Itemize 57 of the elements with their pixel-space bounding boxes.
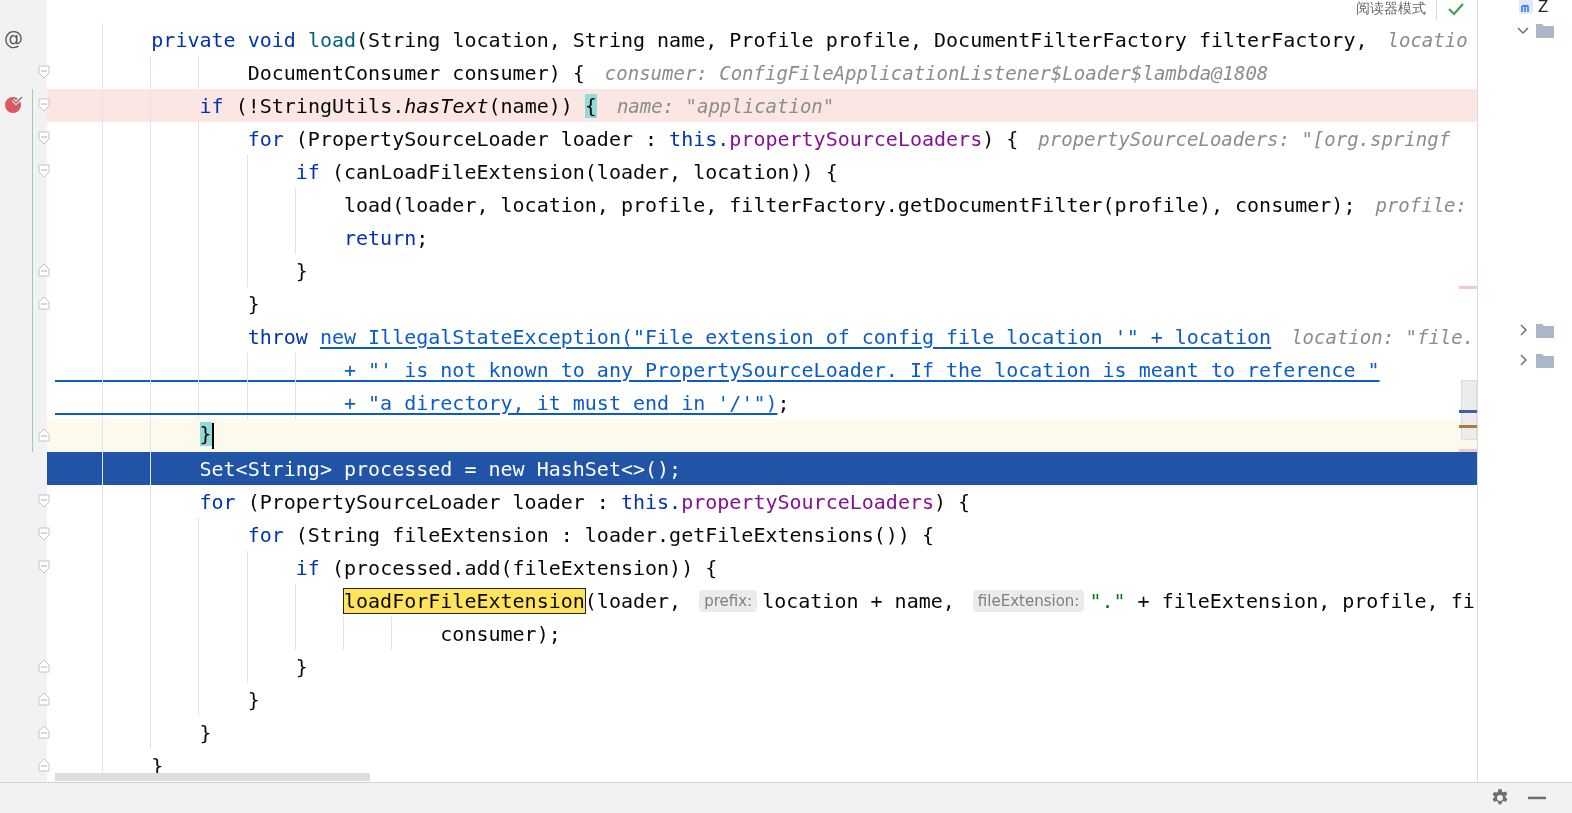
fold-marker-icon[interactable] bbox=[38, 131, 50, 145]
code-text: if (canLoadFileExtension(loader, location)) { bbox=[295, 159, 838, 184]
code-text: throw new IllegalStateException("File extension of config file location '" + location bbox=[247, 324, 1272, 349]
inline-value-hint: name: "application" bbox=[616, 94, 835, 117]
code-text: DocumentConsumer consumer) { bbox=[247, 60, 585, 85]
inline-value-hint: propertySourceLoaders: "[org.springf bbox=[1038, 127, 1451, 150]
gutter-symbol[interactable]: @ bbox=[4, 27, 23, 49]
code-text: Set<String> processed = new HashSet<>(); bbox=[199, 456, 682, 481]
fold-marker-icon[interactable] bbox=[38, 560, 50, 574]
code-text: return; bbox=[344, 225, 429, 250]
fold-marker-icon[interactable] bbox=[38, 725, 50, 739]
code-text: } bbox=[247, 687, 260, 712]
code-text: "." + fileExtension, profile, fi bbox=[1089, 588, 1475, 613]
code-text: } bbox=[295, 258, 308, 283]
fold-marker-icon[interactable] bbox=[38, 758, 50, 772]
fold-marker-icon[interactable] bbox=[38, 263, 50, 277]
fold-marker-icon[interactable] bbox=[38, 65, 50, 79]
inline-value-hint: consumer: ConfigFileApplicationListener$Loader$lambda@1808 bbox=[604, 61, 1269, 84]
link[interactable]: new IllegalStateException("File extension of config file location '" + location bbox=[319, 324, 1272, 349]
scrollbar-thumb[interactable] bbox=[1461, 380, 1478, 440]
link[interactable]: + "' is not known to any PropertySourceLoader. If the location is meant to reference " bbox=[55, 357, 1380, 382]
fold-marker-icon[interactable] bbox=[38, 428, 50, 442]
error-stripe-mark[interactable] bbox=[1459, 410, 1478, 413]
code-text: private void load(String location, String name, Profile profile, DocumentFilterFactory filterFactory, bbox=[151, 27, 1368, 52]
change-marker-bar[interactable] bbox=[32, 89, 33, 452]
folder-icon bbox=[1536, 352, 1555, 368]
parameter-hint: fileExtension: bbox=[972, 589, 1085, 612]
code-text: consumer); bbox=[440, 621, 561, 646]
project-title[interactable]: Z bbox=[1538, 0, 1549, 16]
folder-icon bbox=[1536, 322, 1555, 338]
inline-value-hint: profile: bbox=[1375, 193, 1467, 216]
fold-marker-icon[interactable] bbox=[38, 659, 50, 673]
code-text: load(loader, location, profile, filterFactory.getDocumentFilter(profile), consumer); bbox=[344, 192, 1356, 217]
module-icon bbox=[1518, 0, 1535, 15]
fold-marker-icon[interactable] bbox=[38, 164, 50, 178]
code-text: if (processed.add(fileExtension)) { bbox=[295, 555, 718, 580]
fold-marker-icon[interactable] bbox=[38, 527, 50, 541]
code-text: for (PropertySourceLoader loader : this.propertySourceLoaders) { bbox=[199, 489, 971, 514]
folder-icon bbox=[1536, 22, 1555, 38]
code-text: for (PropertySourceLoader loader : this.propertySourceLoaders) { bbox=[247, 126, 1019, 151]
parameter-hint: prefix: bbox=[699, 589, 758, 612]
code-text: for (String fileExtension : loader.getFileExtensions()) { bbox=[247, 522, 934, 547]
fold-marker-icon[interactable] bbox=[38, 494, 50, 508]
error-stripe-mark[interactable] bbox=[1459, 425, 1478, 428]
fold-marker-icon[interactable] bbox=[38, 296, 50, 310]
code-text: } bbox=[199, 720, 212, 745]
reader-mode-label[interactable]: 阅读器模式 bbox=[1356, 0, 1427, 18]
fold-marker-icon[interactable] bbox=[38, 692, 50, 706]
code-text: location + name, bbox=[762, 588, 956, 613]
horizontal-scrollbar[interactable] bbox=[55, 773, 370, 781]
minimize-icon[interactable] bbox=[1528, 796, 1546, 800]
inline-value-hint: location: "file. bbox=[1291, 325, 1475, 348]
inline-value-hint: locatio bbox=[1387, 28, 1468, 51]
fold-marker-icon[interactable] bbox=[38, 98, 50, 112]
code-text: } bbox=[295, 654, 308, 679]
code-text: } bbox=[247, 291, 260, 316]
code-text: if (!StringUtils.hasText(name)) { bbox=[199, 93, 597, 118]
